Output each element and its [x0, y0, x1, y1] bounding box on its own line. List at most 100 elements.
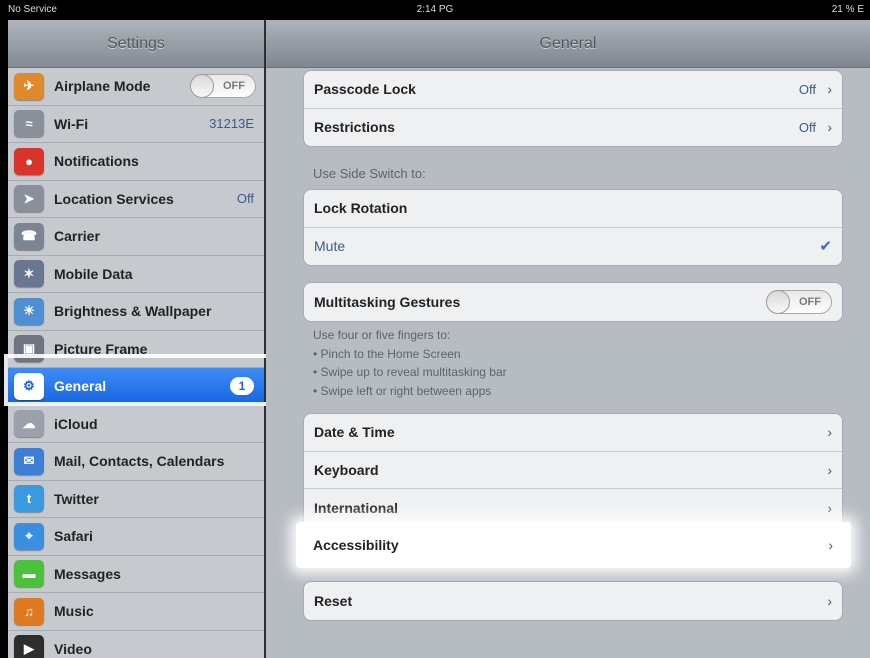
clock: 2:14 PG	[416, 4, 454, 15]
sidebar-item-value: 31213E	[209, 116, 254, 132]
chevron-right-icon: ›	[827, 119, 832, 136]
accessibility-label: Accessibility	[313, 537, 399, 553]
sidebar-item-brightness-wallpaper[interactable]: ☀ Brightness & Wallpaper	[8, 293, 264, 331]
sidebar-list: ✈ Airplane Mode OFF ≈ Wi-Fi 31213E ● Notificati…	[8, 68, 264, 658]
pane-title: General	[266, 20, 870, 68]
battery-status: 21 % E	[831, 4, 864, 15]
sidebar-item-label: Messages	[54, 565, 121, 582]
sidebar-item-general[interactable]: ⚙ General 1	[8, 368, 264, 406]
chevron-right-icon: ›	[828, 537, 833, 553]
multitasking-toggle[interactable]: OFF	[766, 289, 832, 314]
chevron-right-icon: ›	[827, 461, 832, 478]
sidebar-item-label: Wi-Fi	[54, 115, 89, 132]
side-switch-label: Use Side Switch to:	[313, 166, 426, 181]
sidebar-item-mail-contacts-calendars[interactable]: ✉ Mail, Contacts, Calendars	[8, 443, 264, 481]
sidebar-item-label: Mobile Data	[54, 265, 133, 282]
passcode-lock-row[interactable]: Passcode Lock Off ›	[304, 71, 842, 109]
chevron-right-icon: ›	[827, 499, 832, 516]
sidebar-item-label: General	[54, 378, 107, 395]
sidebar-item-music[interactable]: ♫ Music	[8, 593, 264, 631]
reset-group: Reset ›	[303, 581, 843, 621]
lock-rotation-row[interactable]: Lock Rotation	[304, 190, 842, 228]
accessibility-highlight: Accessibility ›	[296, 522, 851, 568]
airplane-mode-toggle[interactable]: OFF	[190, 74, 256, 99]
chevron-right-icon: ›	[827, 81, 832, 98]
mobile-data-icon: ✶	[14, 260, 44, 288]
cloud-icon: ☁	[14, 410, 44, 438]
location-icon: ➤	[14, 185, 44, 213]
sidebar-item-airplane-mode[interactable]: ✈ Airplane Mode OFF	[8, 68, 264, 106]
accessibility-row[interactable]: Accessibility ›	[303, 526, 843, 564]
sidebar-item-notifications[interactable]: ● Notifications	[8, 143, 264, 181]
sidebar-item-label: Music	[54, 603, 94, 620]
sidebar-item-value: Off	[236, 191, 254, 207]
update-badge: 1	[230, 377, 254, 396]
sidebar-item-video[interactable]: ▶ Video	[8, 631, 264, 658]
keyboard-label: Keyboard	[314, 461, 379, 478]
music-icon: ♫	[14, 597, 44, 625]
mute-label: Mute	[314, 238, 346, 255]
sidebar-item-mobile-data[interactable]: ✶ Mobile Data	[8, 256, 264, 293]
restrictions-row[interactable]: Restrictions Off ›	[304, 109, 842, 147]
side-switch-group: Lock Rotation Mute ✔	[303, 189, 843, 266]
multitasking-group: Multitasking Gestures OFF	[303, 282, 843, 322]
sidebar-item-label: Twitter	[54, 490, 99, 507]
phone-icon: ☎	[14, 222, 44, 250]
sidebar-item-icloud[interactable]: ☁ iCloud	[8, 406, 264, 443]
restrictions-value: Off	[798, 119, 816, 135]
sidebar-item-carrier[interactable]: ☎ Carrier	[8, 218, 264, 256]
international-row[interactable]: International ›	[304, 489, 842, 527]
toggle-label: OFF	[223, 80, 245, 93]
sidebar-item-label: Carrier	[54, 228, 100, 245]
multitasking-row: Multitasking Gestures OFF	[304, 283, 842, 321]
note-line: • Pinch to the Home Screen	[313, 346, 461, 361]
toggle-label: OFF	[799, 295, 821, 308]
reset-label: Reset	[314, 592, 353, 609]
chevron-right-icon: ›	[827, 424, 832, 441]
date-time-row[interactable]: Date & Time ›	[304, 414, 842, 452]
video-icon: ▶	[14, 635, 44, 658]
sidebar-item-location-services[interactable]: ➤ Location Services Off	[8, 181, 264, 218]
chevron-right-icon: ›	[827, 592, 832, 609]
note-line: Use four or five fingers to:	[313, 328, 451, 342]
restrictions-label: Restrictions	[314, 119, 395, 136]
toggle-knob	[766, 289, 790, 314]
reset-row[interactable]: Reset ›	[304, 582, 842, 620]
sidebar-title: Settings	[8, 20, 264, 68]
toggle-knob	[190, 74, 214, 99]
passcode-lock-label: Passcode Lock	[314, 81, 416, 98]
sidebar-item-label: iCloud	[54, 415, 98, 432]
messages-icon: ▬	[14, 560, 44, 588]
sidebar-item-messages[interactable]: ▬ Messages	[8, 556, 264, 593]
multitasking-label: Multitasking Gestures	[314, 293, 461, 310]
sidebar-item-safari[interactable]: ⌖ Safari	[8, 518, 264, 556]
checkmark-icon: ✔	[819, 238, 832, 256]
international-label: International	[314, 499, 399, 516]
sidebar-item-label: Location Services	[54, 190, 174, 207]
sidebar-item-twitter[interactable]: t Twitter	[8, 481, 264, 518]
lock-rotation-label: Lock Rotation	[314, 200, 408, 217]
passcode-lock-value: Off	[798, 81, 816, 97]
sidebar-item-label: Mail, Contacts, Calendars	[54, 453, 225, 470]
mute-row[interactable]: Mute ✔	[304, 228, 842, 266]
wifi-icon: ≈	[14, 110, 44, 138]
gear-icon: ⚙	[14, 372, 44, 400]
status-bar: No Service 2:14 PG 21 % E	[0, 0, 870, 20]
twitter-icon: t	[14, 485, 44, 513]
sidebar-item-picture-frame[interactable]: ▣ Picture Frame	[8, 331, 264, 368]
sidebar-item-label: Notifications	[54, 153, 139, 170]
safari-icon: ⌖	[14, 522, 44, 550]
sidebar-item-label: Video	[54, 640, 92, 657]
sidebar-item-label: Safari	[54, 528, 93, 545]
security-group: Passcode Lock Off › Restrictions Off ›	[303, 70, 843, 147]
general-pane: General Passcode Lock Off › Restrictions…	[266, 20, 870, 658]
keyboard-row[interactable]: Keyboard ›	[304, 452, 842, 489]
airplane-icon: ✈	[14, 72, 44, 100]
date-time-label: Date & Time	[314, 424, 395, 441]
settings-sidebar: Settings ✈ Airplane Mode OFF ≈ Wi-Fi 31213E ● N…	[8, 20, 264, 658]
mail-icon: ✉	[14, 447, 44, 475]
sidebar-item-label: Brightness & Wallpaper	[54, 303, 212, 320]
sidebar-item-wi-fi[interactable]: ≈ Wi-Fi 31213E	[8, 106, 264, 143]
sidebar-item-label: Airplane Mode	[54, 78, 151, 95]
notifications-icon: ●	[14, 147, 44, 175]
